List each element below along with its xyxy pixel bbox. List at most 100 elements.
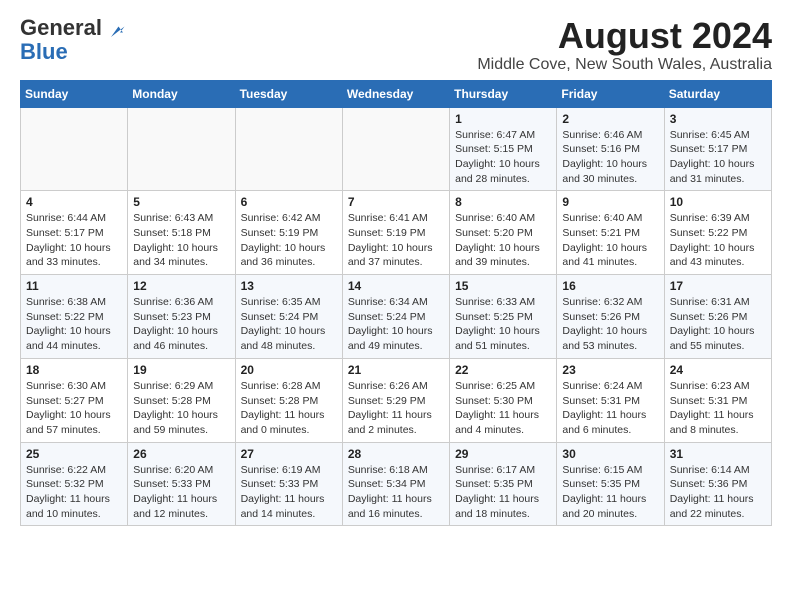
day-number: 28 (348, 447, 444, 461)
column-header-friday: Friday (557, 80, 664, 107)
day-info: Sunrise: 6:47 AM Sunset: 5:15 PM Dayligh… (455, 128, 551, 187)
calendar-cell (21, 107, 128, 191)
day-info: Sunrise: 6:28 AM Sunset: 5:28 PM Dayligh… (241, 379, 337, 438)
column-header-tuesday: Tuesday (235, 80, 342, 107)
day-number: 6 (241, 195, 337, 209)
calendar-cell: 6 Sunrise: 6:42 AM Sunset: 5:19 PM Daylig… (235, 191, 342, 275)
header: General Blue August 2024 Middle Cove, Ne… (20, 16, 772, 74)
calendar-cell: 11 Sunrise: 6:38 AM Sunset: 5:22 PM Dayli… (21, 275, 128, 359)
calendar-cell: 12 Sunrise: 6:36 AM Sunset: 5:23 PM Dayli… (128, 275, 235, 359)
calendar-cell: 8 Sunrise: 6:40 AM Sunset: 5:20 PM Daylig… (450, 191, 557, 275)
day-number: 16 (562, 279, 658, 293)
day-info: Sunrise: 6:46 AM Sunset: 5:16 PM Dayligh… (562, 128, 658, 187)
day-info: Sunrise: 6:36 AM Sunset: 5:23 PM Dayligh… (133, 295, 229, 354)
day-number: 8 (455, 195, 551, 209)
calendar-cell: 30 Sunrise: 6:15 AM Sunset: 5:35 PM Dayli… (557, 442, 664, 526)
day-info: Sunrise: 6:33 AM Sunset: 5:25 PM Dayligh… (455, 295, 551, 354)
day-number: 7 (348, 195, 444, 209)
day-info: Sunrise: 6:39 AM Sunset: 5:22 PM Dayligh… (670, 211, 766, 270)
day-number: 2 (562, 112, 658, 126)
day-number: 20 (241, 363, 337, 377)
day-info: Sunrise: 6:22 AM Sunset: 5:32 PM Dayligh… (26, 463, 122, 522)
day-info: Sunrise: 6:35 AM Sunset: 5:24 PM Dayligh… (241, 295, 337, 354)
calendar: SundayMondayTuesdayWednesdayThursdayFrid… (20, 80, 772, 527)
calendar-cell: 23 Sunrise: 6:24 AM Sunset: 5:31 PM Dayli… (557, 358, 664, 442)
day-number: 1 (455, 112, 551, 126)
day-number: 30 (562, 447, 658, 461)
calendar-cell: 21Sunrise: 6:26 AM Sunset: 5:29 PM Dayli… (342, 358, 449, 442)
page-title: August 2024 (477, 16, 772, 56)
day-info: Sunrise: 6:42 AM Sunset: 5:19 PM Dayligh… (241, 211, 337, 270)
day-info: Sunrise: 6:31 AM Sunset: 5:26 PM Dayligh… (670, 295, 766, 354)
day-info: Sunrise: 6:19 AM Sunset: 5:33 PM Dayligh… (241, 463, 337, 522)
day-number: 23 (562, 363, 658, 377)
day-number: 12 (133, 279, 229, 293)
column-header-sunday: Sunday (21, 80, 128, 107)
day-number: 13 (241, 279, 337, 293)
calendar-cell: 2 Sunrise: 6:46 AM Sunset: 5:16 PM Daylig… (557, 107, 664, 191)
day-info: Sunrise: 6:40 AM Sunset: 5:20 PM Dayligh… (455, 211, 551, 270)
column-header-monday: Monday (128, 80, 235, 107)
calendar-cell: 22 Sunrise: 6:25 AM Sunset: 5:30 PM Dayli… (450, 358, 557, 442)
calendar-cell: 27Sunrise: 6:19 AM Sunset: 5:33 PM Dayli… (235, 442, 342, 526)
calendar-cell (342, 107, 449, 191)
calendar-cell: 16Sunrise: 6:32 AM Sunset: 5:26 PM Dayli… (557, 275, 664, 359)
calendar-cell: 29Sunrise: 6:17 AM Sunset: 5:35 PM Dayli… (450, 442, 557, 526)
calendar-cell (128, 107, 235, 191)
title-area: August 2024 Middle Cove, New South Wales… (477, 16, 772, 74)
day-number: 15 (455, 279, 551, 293)
day-number: 4 (26, 195, 122, 209)
calendar-cell: 28 Sunrise: 6:18 AM Sunset: 5:34 PM Dayli… (342, 442, 449, 526)
day-info: Sunrise: 6:15 AM Sunset: 5:35 PM Dayligh… (562, 463, 658, 522)
calendar-cell: 25 Sunrise: 6:22 AM Sunset: 5:32 PM Dayli… (21, 442, 128, 526)
calendar-cell: 7 Sunrise: 6:41 AM Sunset: 5:19 PM Daylig… (342, 191, 449, 275)
day-number: 25 (26, 447, 122, 461)
day-info: Sunrise: 6:25 AM Sunset: 5:30 PM Dayligh… (455, 379, 551, 438)
calendar-cell: 18 Sunrise: 6:30 AM Sunset: 5:27 PM Dayli… (21, 358, 128, 442)
calendar-cell: 9Sunrise: 6:40 AM Sunset: 5:21 PM Daylig… (557, 191, 664, 275)
calendar-cell: 3Sunrise: 6:45 AM Sunset: 5:17 PM Daylig… (664, 107, 771, 191)
calendar-cell: 24Sunrise: 6:23 AM Sunset: 5:31 PM Dayli… (664, 358, 771, 442)
calendar-cell: 20 Sunrise: 6:28 AM Sunset: 5:28 PM Dayli… (235, 358, 342, 442)
day-info: Sunrise: 6:38 AM Sunset: 5:22 PM Dayligh… (26, 295, 122, 354)
column-header-wednesday: Wednesday (342, 80, 449, 107)
logo: General Blue (20, 16, 126, 64)
day-info: Sunrise: 6:26 AM Sunset: 5:29 PM Dayligh… (348, 379, 444, 438)
calendar-cell: 17 Sunrise: 6:31 AM Sunset: 5:26 PM Dayli… (664, 275, 771, 359)
calendar-cell: 31Sunrise: 6:14 AM Sunset: 5:36 PM Dayli… (664, 442, 771, 526)
day-number: 11 (26, 279, 122, 293)
day-number: 14 (348, 279, 444, 293)
calendar-cell: 26Sunrise: 6:20 AM Sunset: 5:33 PM Dayli… (128, 442, 235, 526)
day-number: 19 (133, 363, 229, 377)
day-number: 31 (670, 447, 766, 461)
day-info: Sunrise: 6:24 AM Sunset: 5:31 PM Dayligh… (562, 379, 658, 438)
page-subtitle: Middle Cove, New South Wales, Australia (477, 56, 772, 74)
day-info: Sunrise: 6:43 AM Sunset: 5:18 PM Dayligh… (133, 211, 229, 270)
day-info: Sunrise: 6:20 AM Sunset: 5:33 PM Dayligh… (133, 463, 229, 522)
calendar-cell: 14Sunrise: 6:34 AM Sunset: 5:24 PM Dayli… (342, 275, 449, 359)
calendar-cell: 15 Sunrise: 6:33 AM Sunset: 5:25 PM Dayli… (450, 275, 557, 359)
logo-general-text: General (20, 15, 102, 40)
calendar-cell: 19 Sunrise: 6:29 AM Sunset: 5:28 PM Dayli… (128, 358, 235, 442)
day-info: Sunrise: 6:41 AM Sunset: 5:19 PM Dayligh… (348, 211, 444, 270)
logo-icon (108, 22, 126, 40)
column-header-saturday: Saturday (664, 80, 771, 107)
day-number: 5 (133, 195, 229, 209)
day-info: Sunrise: 6:44 AM Sunset: 5:17 PM Dayligh… (26, 211, 122, 270)
day-info: Sunrise: 6:29 AM Sunset: 5:28 PM Dayligh… (133, 379, 229, 438)
calendar-cell: 10 Sunrise: 6:39 AM Sunset: 5:22 PM Dayli… (664, 191, 771, 275)
day-number: 29 (455, 447, 551, 461)
day-number: 10 (670, 195, 766, 209)
column-header-thursday: Thursday (450, 80, 557, 107)
logo-blue-text: Blue (20, 40, 68, 64)
day-info: Sunrise: 6:18 AM Sunset: 5:34 PM Dayligh… (348, 463, 444, 522)
calendar-cell: 13 Sunrise: 6:35 AM Sunset: 5:24 PM Dayli… (235, 275, 342, 359)
day-number: 17 (670, 279, 766, 293)
day-info: Sunrise: 6:30 AM Sunset: 5:27 PM Dayligh… (26, 379, 122, 438)
day-number: 22 (455, 363, 551, 377)
day-info: Sunrise: 6:45 AM Sunset: 5:17 PM Dayligh… (670, 128, 766, 187)
calendar-cell: 1 Sunrise: 6:47 AM Sunset: 5:15 PM Daylig… (450, 107, 557, 191)
day-number: 18 (26, 363, 122, 377)
day-number: 24 (670, 363, 766, 377)
calendar-cell: 5 Sunrise: 6:43 AM Sunset: 5:18 PM Daylig… (128, 191, 235, 275)
